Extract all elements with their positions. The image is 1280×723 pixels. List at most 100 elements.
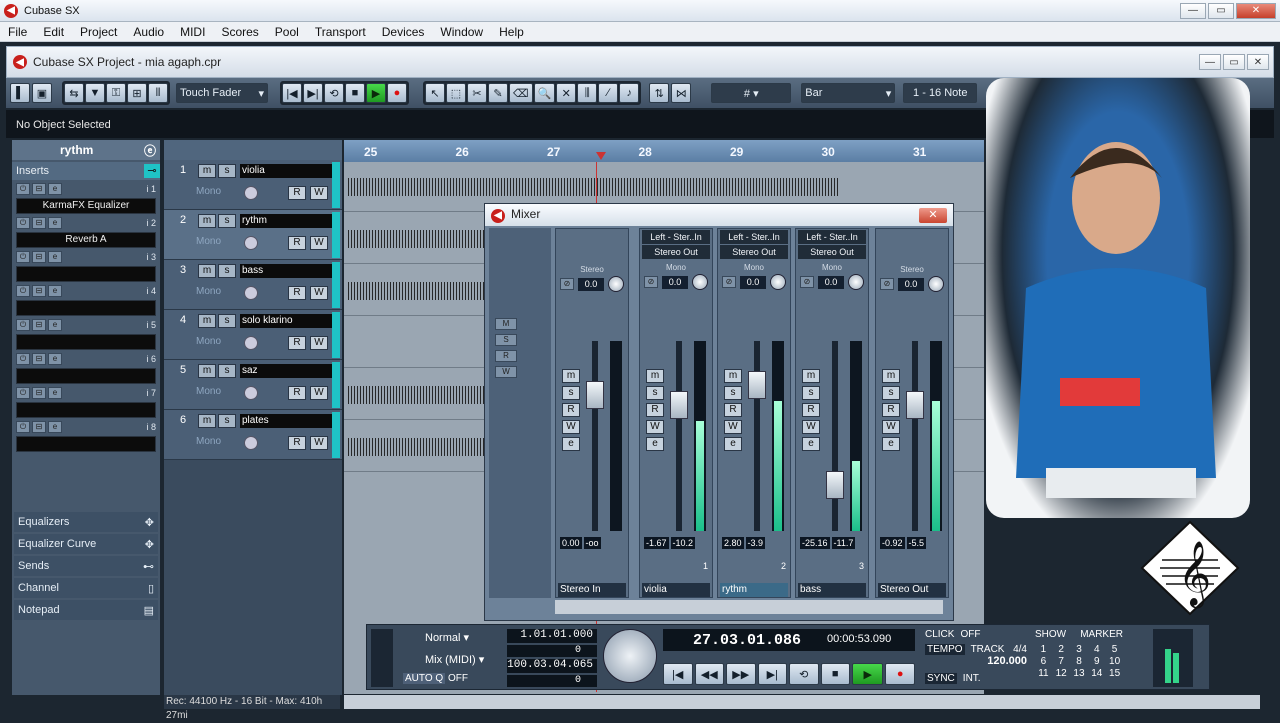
- input-routing[interactable]: Left - Ster..In: [642, 230, 710, 244]
- channel-name[interactable]: bass: [798, 583, 866, 597]
- stop-button[interactable]: ■: [345, 83, 365, 103]
- bypass-icon[interactable]: ⊟: [32, 183, 46, 195]
- power-icon[interactable]: ⏻: [16, 183, 30, 195]
- write-automation-button[interactable]: W: [882, 420, 900, 434]
- track-name[interactable]: saz: [240, 364, 332, 378]
- menu-scores[interactable]: Scores: [213, 25, 266, 39]
- left-locator-display[interactable]: 1.01.01.000: [507, 629, 597, 643]
- output-routing[interactable]: Stereo Out: [642, 245, 710, 259]
- read-automation-button[interactable]: R: [288, 286, 306, 300]
- section-channel[interactable]: Channel ▯: [14, 578, 158, 598]
- marker-button[interactable]: 14: [1088, 668, 1105, 679]
- bypass-icon[interactable]: ⊟: [32, 251, 46, 263]
- marker-button[interactable]: 11: [1035, 668, 1052, 679]
- mute-button[interactable]: m: [724, 369, 742, 383]
- play-tool-icon[interactable]: ♪: [619, 83, 640, 103]
- power-icon[interactable]: ⏻: [16, 319, 30, 331]
- audio-event-waveform[interactable]: [348, 178, 838, 196]
- edit-icon[interactable]: e: [48, 285, 62, 297]
- bypass-icon[interactable]: ⊸: [144, 164, 160, 178]
- track-name[interactable]: bass: [240, 264, 332, 278]
- marker-button[interactable]: 4: [1088, 644, 1105, 655]
- grid-icon[interactable]: ⊞: [127, 83, 147, 103]
- solo-button[interactable]: s: [882, 386, 900, 400]
- record-button[interactable]: ●: [387, 83, 407, 103]
- auto-scroll-icon[interactable]: ⇆: [64, 83, 84, 103]
- mute-button[interactable]: m: [882, 369, 900, 383]
- play-button[interactable]: ▶: [366, 83, 386, 103]
- time-display[interactable]: 00:00:53.090: [827, 633, 891, 645]
- read-automation-button[interactable]: R: [562, 403, 580, 417]
- record-enable-button[interactable]: [244, 436, 258, 450]
- menu-window[interactable]: Window: [432, 25, 491, 39]
- automation-mode-select[interactable]: Touch Fader ▾: [176, 83, 268, 103]
- transport-end-button[interactable]: ▶|: [757, 663, 787, 685]
- project-close-button[interactable]: ✕: [1247, 54, 1269, 70]
- solo-button[interactable]: s: [646, 386, 664, 400]
- jog-wheel[interactable]: [603, 629, 657, 683]
- edit-icon[interactable]: e: [48, 387, 62, 399]
- record-enable-button[interactable]: [244, 386, 258, 400]
- edit-icon[interactable]: e: [48, 319, 62, 331]
- snap-type-select[interactable]: Bar ▾: [801, 83, 896, 103]
- insert-slot[interactable]: [16, 300, 156, 316]
- track-name[interactable]: plates: [240, 414, 332, 428]
- volume-fader-track[interactable]: [826, 341, 844, 531]
- marker-button[interactable]: 10: [1106, 656, 1123, 667]
- lock-icon[interactable]: ⚿: [106, 83, 126, 103]
- mixer-close-button[interactable]: ✕: [919, 207, 947, 223]
- pan-value[interactable]: 0.0: [662, 275, 688, 289]
- bypass-icon[interactable]: ⊟: [32, 387, 46, 399]
- volume-value[interactable]: -0.92: [880, 537, 905, 549]
- power-icon[interactable]: ⏻: [16, 421, 30, 433]
- mute-button[interactable]: m: [198, 214, 216, 228]
- info-toggle-button[interactable]: ▣: [32, 83, 52, 103]
- menu-transport[interactable]: Transport: [307, 25, 374, 39]
- channel-name[interactable]: Stereo Out: [878, 583, 946, 597]
- volume-fader-handle[interactable]: [748, 371, 766, 399]
- phase-icon[interactable]: ⊘: [880, 278, 894, 290]
- bypass-icon[interactable]: ⊟: [32, 285, 46, 297]
- menu-help[interactable]: Help: [491, 25, 532, 39]
- marker-button[interactable]: 12: [1053, 668, 1070, 679]
- volume-fader-handle[interactable]: [670, 391, 688, 419]
- mute-button[interactable]: m: [562, 369, 580, 383]
- quantize-select[interactable]: 1 - 16 Note: [903, 83, 978, 103]
- read-automation-button[interactable]: R: [802, 403, 820, 417]
- range-tool-icon[interactable]: ⬚: [446, 83, 466, 103]
- track-row[interactable]: 5 m s saz Mono R W: [164, 360, 342, 410]
- marker-button[interactable]: 5: [1106, 644, 1123, 655]
- audio-event-waveform[interactable]: [348, 386, 488, 404]
- marker-button[interactable]: 13: [1071, 668, 1088, 679]
- record-enable-button[interactable]: [244, 336, 258, 350]
- mute-button[interactable]: m: [646, 369, 664, 383]
- read-automation-button[interactable]: R: [724, 403, 742, 417]
- cycle-mode-select[interactable]: Mix (MIDI) ▾: [403, 653, 487, 667]
- pan-value[interactable]: 0.0: [898, 277, 924, 291]
- solo-button[interactable]: s: [218, 314, 236, 328]
- track-name[interactable]: solo klarino: [240, 314, 332, 328]
- playhead-marker[interactable]: [596, 152, 606, 160]
- pan-value[interactable]: 0.0: [740, 275, 766, 289]
- volume-fader-handle[interactable]: [906, 391, 924, 419]
- channel-name[interactable]: rythm: [720, 583, 788, 597]
- track-name[interactable]: rythm: [240, 214, 332, 228]
- forward-button[interactable]: ▶▶: [726, 663, 756, 685]
- output-routing[interactable]: Stereo Out: [720, 245, 788, 259]
- show-markers-label[interactable]: SHOW: [1035, 629, 1066, 640]
- insert-slot[interactable]: Reverb A: [16, 232, 156, 248]
- volume-value[interactable]: 2.80: [722, 537, 744, 549]
- read-automation-button[interactable]: R: [646, 403, 664, 417]
- snap-to-zero-icon[interactable]: ⋈: [671, 83, 692, 103]
- track-row[interactable]: 6 m s plates Mono R W: [164, 410, 342, 460]
- menu-edit[interactable]: Edit: [35, 25, 72, 39]
- menu-midi[interactable]: MIDI: [172, 25, 213, 39]
- transport-play-button[interactable]: ▶: [852, 663, 884, 685]
- pan-knob[interactable]: [928, 276, 944, 292]
- read-automation-button[interactable]: R: [288, 236, 306, 250]
- pan-knob[interactable]: [770, 274, 786, 290]
- record-enable-button[interactable]: [244, 186, 258, 200]
- solo-button[interactable]: s: [562, 386, 580, 400]
- insert-slot[interactable]: KarmaFX Equalizer: [16, 198, 156, 214]
- pan-knob[interactable]: [608, 276, 624, 292]
